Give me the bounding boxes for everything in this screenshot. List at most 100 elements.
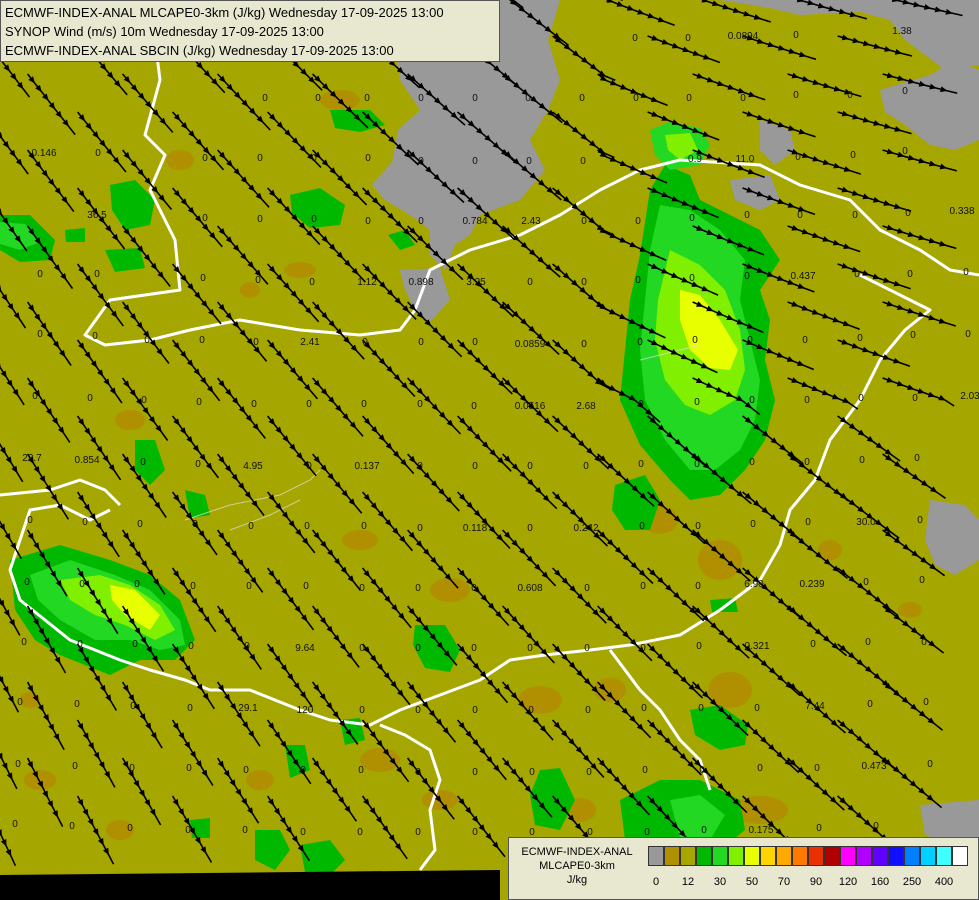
sbcin-value-label: 0 [141, 395, 147, 406]
legend-swatch [952, 846, 968, 866]
sbcin-value-label: 0 [749, 395, 755, 406]
sbcin-value-label: 0 [248, 521, 254, 532]
sbcin-value-label: 2.43 [521, 216, 541, 227]
sbcin-value-label: 0 [865, 637, 871, 648]
sbcin-value-label: 0 [77, 639, 83, 650]
sbcin-value-label: 0 [253, 337, 259, 348]
sbcin-value-label: 0 [311, 153, 317, 164]
sbcin-value-label: 0 [417, 399, 423, 410]
sbcin-value-label: 0 [361, 521, 367, 532]
legend-tick-label: 250 [902, 876, 922, 888]
legend-swatch [664, 846, 680, 866]
sbcin-value-label: 0 [754, 703, 760, 714]
sbcin-value-label: 0 [303, 581, 309, 592]
sbcin-value-label: 0 [195, 459, 201, 470]
weather-map[interactable]: 0 0 0 0 0 0 0 0.0894 0 1.38 0 0 0 0 0 0 0 0 0 0 0 0 0 0.146 0 0 0 0… [0, 0, 979, 900]
sbcin-value-label: 0 [802, 335, 808, 346]
title-box: ECMWF-INDEX-ANAL MLCAPE0-3km (J/kg) Wedn… [0, 0, 500, 62]
sbcin-value-label: 0 [362, 337, 368, 348]
sbcin-value-label: 0.242 [573, 523, 598, 534]
legend-swatch [680, 846, 696, 866]
sbcin-value-label: 0 [251, 399, 257, 410]
sbcin-value-label: 0 [82, 517, 88, 528]
sbcin-value-label: 0 [365, 153, 371, 164]
sbcin-value-label: 0.175 [748, 825, 773, 836]
legend-name-unit: J/kg [566, 874, 588, 886]
sbcin-value-label: 0 [863, 577, 869, 588]
sbcin-value-label: 0 [24, 577, 30, 588]
sbcin-value-label: 0 [92, 331, 98, 342]
sbcin-value-label: 0 [638, 459, 644, 470]
sbcin-value-label: 30.0 [856, 517, 876, 528]
sbcin-value-label: 0 [358, 765, 364, 776]
sbcin-value-label: 0 [633, 93, 639, 104]
sbcin-value-label: 0 [852, 210, 858, 221]
legend-tick-label: 12 [681, 876, 695, 888]
sbcin-value-label: 0 [12, 819, 18, 830]
sbcin-value-label: 0 [311, 214, 317, 225]
legend-swatch [856, 846, 872, 866]
sbcin-value-label: 0 [854, 269, 860, 280]
sbcin-value-label: 11.0 [736, 154, 755, 165]
sbcin-value-label: 0 [132, 639, 138, 650]
sbcin-value-label: 0 [917, 515, 923, 526]
sbcin-value-label: 0 [357, 827, 363, 838]
sbcin-value-label: 0 [127, 823, 133, 834]
sbcin-value-label: 0 [914, 453, 920, 464]
sbcin-value-label: 0 [130, 701, 136, 712]
sbcin-value-label: 0 [418, 216, 424, 227]
sbcin-value-label: 0 [255, 275, 261, 286]
sbcin-value-label: 0 [32, 391, 38, 402]
sbcin-value-label: 0 [87, 393, 93, 404]
sbcin-value-label: 0.118 [463, 523, 488, 534]
sbcin-value-label: 0 [757, 763, 763, 774]
sbcin-value-label: 36.5 [87, 210, 107, 221]
legend-title: ECMWF-INDEX-ANAL MLCAPE0-3km J/kg [513, 845, 641, 887]
sbcin-value-label: 0 [695, 581, 701, 592]
sbcin-value-label: 0 [364, 93, 370, 104]
legend-tick-label: 120 [838, 876, 858, 888]
sbcin-value-label: 0 [472, 827, 478, 838]
sbcin-value-label: 0 [910, 330, 916, 341]
sbcin-value-label: 0 [744, 210, 750, 221]
sbcin-value-label: 0 [689, 213, 695, 224]
legend-swatch [792, 846, 808, 866]
sbcin-value-label: 0 [244, 641, 250, 652]
sbcin-value-label: 0 [418, 93, 424, 104]
sbcin-value-label: 0 [804, 457, 810, 468]
legend-tick-label: 160 [870, 876, 890, 888]
legend-swatch [728, 846, 744, 866]
legend-swatch [712, 846, 728, 866]
legend-swatch [648, 846, 664, 866]
sbcin-value-label: 0 [359, 705, 365, 716]
sbcin-value-label: 0 [689, 273, 695, 284]
sbcin-value-label: 0.473 [861, 761, 886, 772]
sbcin-value-label: 0 [471, 583, 477, 594]
sbcin-value-label: 0 [185, 825, 191, 836]
sbcin-value-label: 0 [744, 271, 750, 282]
sbcin-value-label: 0 [17, 697, 23, 708]
sbcin-value-label: 0 [188, 641, 194, 652]
sbcin-value-label: 0 [805, 517, 811, 528]
sbcin-value-label: 0 [418, 156, 424, 167]
frame-edge [0, 870, 500, 900]
sbcin-value-label: 0 [199, 335, 205, 346]
legend-swatch [904, 846, 920, 866]
sbcin-value-label: 0 [923, 697, 929, 708]
sbcin-value-label: 0 [795, 152, 801, 163]
legend-swatch [696, 846, 712, 866]
sbcin-value-label: 0 [415, 643, 421, 654]
sbcin-value-label: 0 [698, 703, 704, 714]
sbcin-value-label: 0 [921, 637, 927, 648]
sbcin-value-label: 120 [297, 705, 314, 716]
sbcin-value-label: 0 [471, 401, 477, 412]
sbcin-value-label: 0 [74, 699, 80, 710]
sbcin-value-label: 0 [527, 523, 533, 534]
sbcin-value-label: 0 [472, 767, 478, 778]
sbcin-value-label: 0 [580, 156, 586, 167]
sbcin-value-label: 0 [304, 521, 310, 532]
sbcin-value-label: 0 [642, 765, 648, 776]
sbcin-value-label: 0 [695, 521, 701, 532]
sbcin-value-label: 1.12 [357, 277, 377, 288]
legend-swatch [776, 846, 792, 866]
